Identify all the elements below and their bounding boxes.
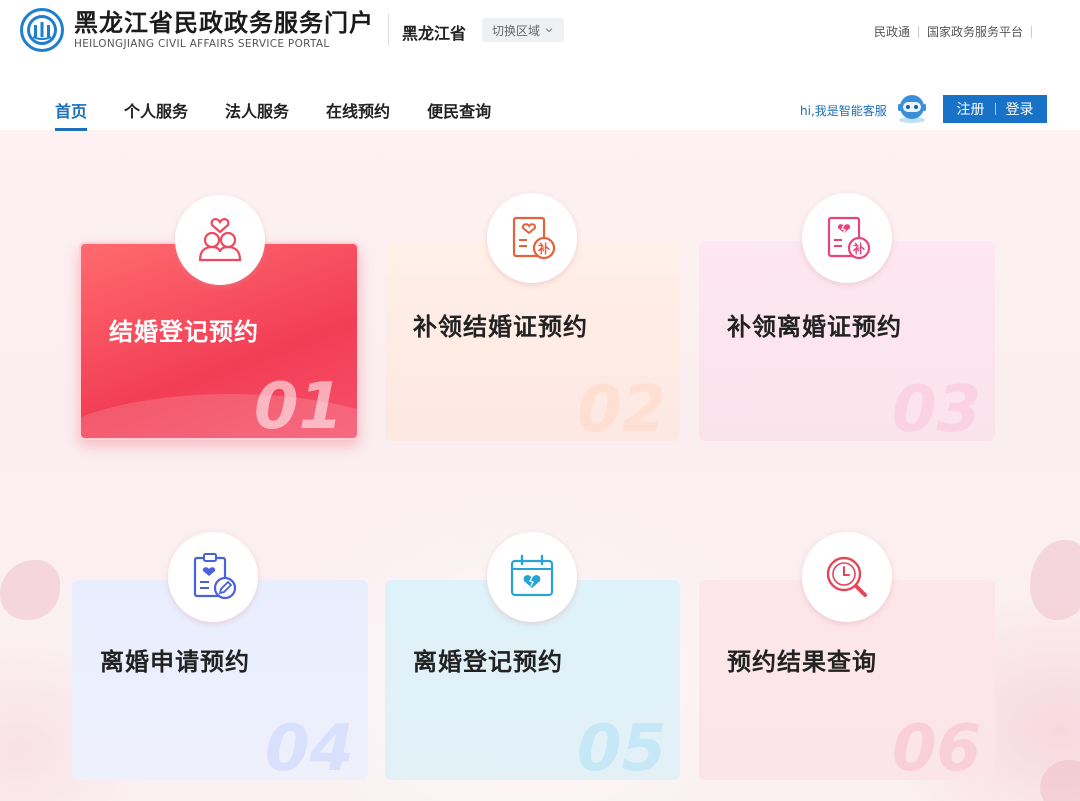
card-number: 04	[264, 712, 354, 780]
assistant-greeting[interactable]: hi,我是智能客服	[800, 102, 887, 119]
main-nav: 首页 个人服务 法人服务 在线预约 便民查询	[55, 98, 528, 131]
svg-text:补: 补	[537, 241, 550, 256]
card-title: 补领离婚证预约	[727, 313, 902, 341]
card-title: 离婚登记预约	[413, 648, 563, 676]
nav-item-online-booking[interactable]: 在线预约	[326, 98, 390, 130]
divider	[1031, 25, 1032, 38]
divider	[994, 103, 996, 115]
card-number: 02	[576, 373, 666, 441]
chevron-down-icon	[545, 28, 553, 33]
nav-item-home[interactable]: 首页	[55, 98, 88, 131]
site-title: 黑龙江省民政政务服务门户	[74, 9, 374, 37]
robot-assistant-icon[interactable]	[894, 90, 930, 126]
top-links: 民政通 国家政务服务平台	[874, 23, 1040, 40]
switch-region-button[interactable]: 切换区域	[482, 18, 564, 42]
site-subtitle: HEILONGJIANG CIVIL AFFAIRS SERVICE PORTA…	[74, 38, 330, 50]
link-national-platform[interactable]: 国家政务服务平台	[927, 23, 1023, 40]
clipboard-edit-icon	[168, 532, 258, 622]
nav-item-corporate-services[interactable]: 法人服务	[225, 98, 289, 130]
card-number: 06	[891, 712, 981, 780]
clock-search-icon	[802, 532, 892, 622]
divider	[917, 25, 919, 38]
login-button[interactable]: 登录	[1006, 99, 1034, 119]
card-title: 预约结果查询	[727, 648, 877, 676]
card-number: 01	[253, 370, 343, 440]
card-number: 03	[891, 373, 981, 441]
divider	[388, 14, 389, 46]
site-header: 黑龙江省民政政务服务门户 HEILONGJIANG CIVIL AFFAIRS …	[0, 0, 1080, 131]
nav-item-personal-services[interactable]: 个人服务	[124, 98, 188, 130]
calendar-broken-heart-icon	[487, 532, 577, 622]
certificate-replace-icon: 补	[487, 193, 577, 283]
switch-region-label: 切换区域	[491, 23, 540, 38]
site-logo[interactable]: 黑龙江省民政政务服务门户 HEILONGJIANG CIVIL AFFAIRS …	[20, 8, 374, 52]
register-button[interactable]: 注册	[957, 99, 985, 119]
card-number: 05	[576, 712, 666, 780]
link-mzt[interactable]: 民政通	[874, 23, 910, 40]
nav-item-public-query[interactable]: 便民查询	[427, 98, 491, 130]
auth-buttons: 注册 登录	[943, 95, 1047, 123]
svg-text:补: 补	[852, 241, 865, 256]
card-title: 补领结婚证预约	[413, 313, 588, 341]
broken-certificate-replace-icon: 补	[802, 193, 892, 283]
card-title: 结婚登记预约	[109, 318, 259, 346]
current-region: 黑龙江省	[402, 24, 467, 43]
couple-heart-icon	[175, 195, 265, 285]
card-title: 离婚申请预约	[100, 648, 250, 676]
emblem-icon	[20, 8, 64, 52]
